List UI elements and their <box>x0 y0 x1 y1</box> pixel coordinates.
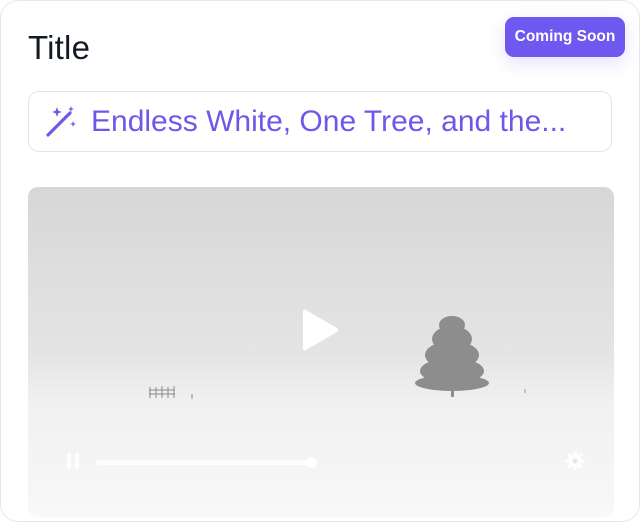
video-card: Title Coming Soon Endless White, One Tre… <box>0 0 640 522</box>
fence <box>149 386 193 399</box>
gear-icon[interactable] <box>565 451 585 471</box>
generated-title-field[interactable]: Endless White, One Tree, and the... <box>28 91 612 152</box>
video-player[interactable] <box>28 187 614 517</box>
tree <box>415 316 489 397</box>
magic-wand-icon <box>46 105 76 137</box>
play-icon[interactable] <box>300 307 340 353</box>
coming-soon-badge[interactable]: Coming Soon <box>505 17 625 57</box>
pause-icon[interactable] <box>66 453 80 469</box>
generated-title-text: Endless White, One Tree, and the... <box>91 104 567 138</box>
progress-bar[interactable] <box>96 460 312 465</box>
progress-handle[interactable] <box>306 457 317 468</box>
card-title: Title <box>28 29 91 66</box>
